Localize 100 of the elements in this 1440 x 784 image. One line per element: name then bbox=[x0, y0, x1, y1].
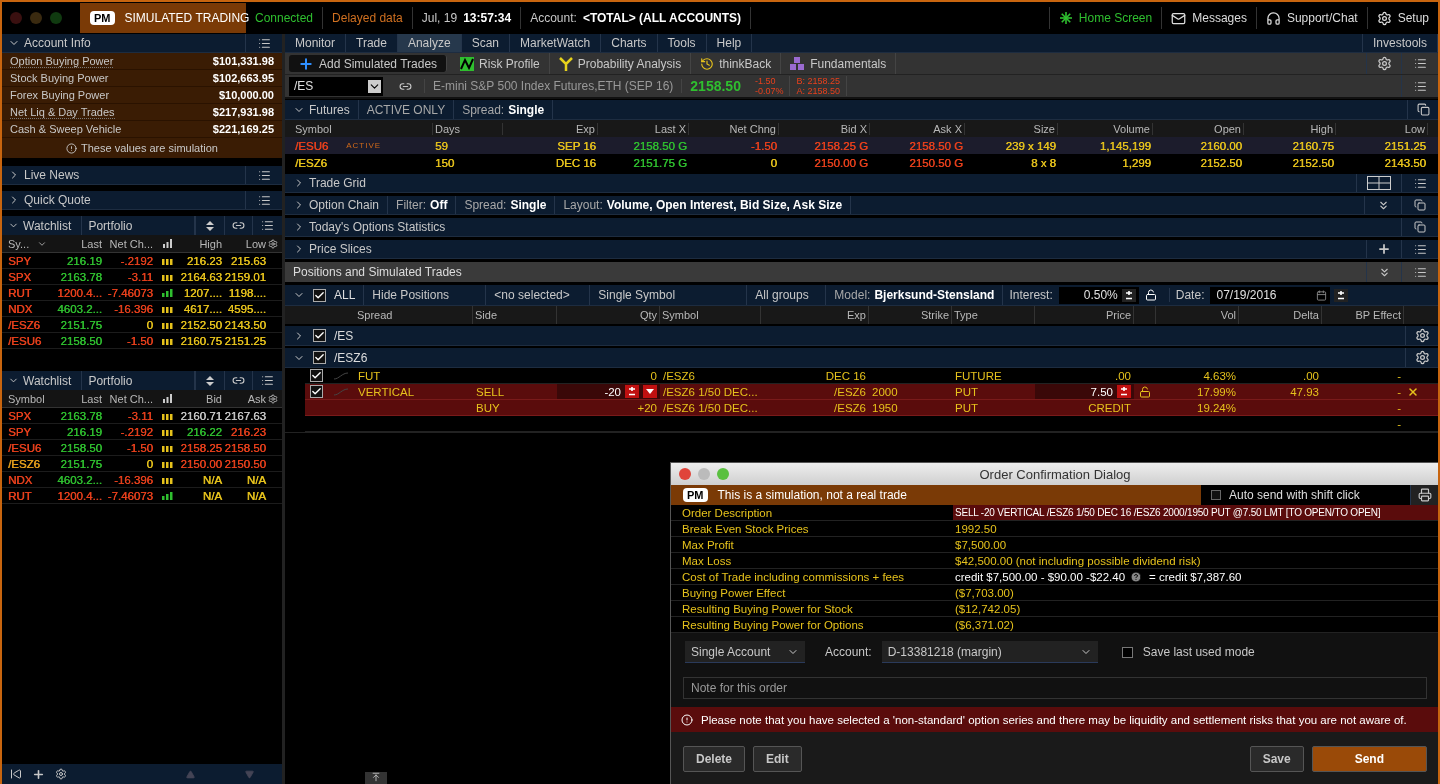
dialog-button[interactable]: Edit bbox=[753, 745, 802, 772]
price-field[interactable]: 7.50 bbox=[1035, 384, 1134, 399]
select-all-checkbox[interactable] bbox=[313, 288, 326, 302]
filter-dropdown[interactable]: <no selected> bbox=[486, 285, 591, 305]
close-icon[interactable] bbox=[1407, 385, 1419, 398]
column-label: Net Ch... bbox=[108, 392, 154, 405]
model-dropdown[interactable]: Model: Bjerksund-Stensland bbox=[826, 285, 1004, 305]
close-button[interactable] bbox=[679, 468, 691, 480]
section-title[interactable]: Option Chain bbox=[285, 196, 389, 214]
column-label[interactable]: Symbol bbox=[6, 392, 56, 405]
unlock-icon[interactable] bbox=[1144, 289, 1157, 301]
tool-button[interactable]: thinkBack bbox=[691, 53, 782, 74]
symbol-cell[interactable]: NDX bbox=[6, 473, 35, 486]
interest-field[interactable]: 0.50% bbox=[1058, 286, 1139, 304]
top-link[interactable]: Setup bbox=[1366, 7, 1438, 29]
unlock-icon[interactable] bbox=[1139, 385, 1151, 398]
tool-button[interactable]: Risk Profile bbox=[451, 53, 550, 74]
main-tab[interactable]: Charts bbox=[601, 34, 658, 52]
filter-dropdown[interactable]: ACTIVE ONLY bbox=[358, 100, 455, 119]
symbol-cell[interactable]: SPY bbox=[6, 425, 33, 438]
section-title[interactable]: Price Slices bbox=[285, 240, 380, 258]
main-tab[interactable]: Analyze bbox=[397, 34, 462, 52]
column-label: Side bbox=[473, 306, 557, 324]
main-tab[interactable]: Help bbox=[706, 34, 753, 52]
column-label: Open bbox=[1153, 122, 1244, 135]
first-icon[interactable] bbox=[10, 768, 22, 780]
checkbox[interactable] bbox=[309, 369, 323, 382]
column-label[interactable]: Sy... bbox=[6, 237, 56, 250]
position-row[interactable]: BUY +20 /ESZ6 1/50 DEC... /ESZ6 1950 PUT CREDIT 19.24% - bbox=[305, 400, 1438, 416]
checkbox[interactable] bbox=[313, 351, 326, 364]
help-icon[interactable] bbox=[1130, 570, 1143, 583]
caret-icon[interactable] bbox=[646, 389, 654, 394]
symbol-cell[interactable]: RUT bbox=[6, 489, 34, 502]
symbol-cell[interactable]: SPY bbox=[6, 254, 33, 267]
all-toggle[interactable]: ALL bbox=[326, 285, 365, 305]
printer-icon[interactable] bbox=[1410, 485, 1438, 505]
investools-tab[interactable]: Investools bbox=[1361, 34, 1438, 52]
quote-cell-text: 2151.25 bbox=[1383, 139, 1427, 152]
main-tab[interactable]: Scan bbox=[461, 34, 510, 52]
checkbox[interactable] bbox=[309, 385, 323, 398]
top-link[interactable]: Home Screen bbox=[1048, 7, 1162, 29]
pm-badge: PM bbox=[683, 488, 708, 502]
account-selector[interactable]: <TOTAL> (ALL ACCOUNTS) bbox=[582, 11, 742, 25]
arrow-up-icon[interactable] bbox=[371, 772, 381, 782]
checkbox[interactable] bbox=[1211, 490, 1221, 500]
symbol-cell[interactable]: /ESZ6 bbox=[6, 457, 42, 470]
filter-dropdown[interactable]: Layout: Volume, Open Interest, Bid Size, Ask Size bbox=[555, 196, 852, 214]
dialog-button[interactable]: Delete bbox=[683, 745, 746, 772]
send-button[interactable]: Send bbox=[1311, 745, 1427, 772]
futures-row[interactable]: /ESU6 ACTIVE 59 SEP 16 2158.50 G -1.50 2158.25 G 2158.50 G 239 x 149 1,145,199 2160.00 2160.75 2151.25 bbox=[285, 137, 1438, 154]
position-row[interactable]: VERTICAL SELL -20 /ESZ6 1/50 DEC... /ESZ6 2000 PUT 7.50 17.99% 47.93 - bbox=[305, 384, 1438, 400]
section-title[interactable]: Trade Grid bbox=[285, 174, 374, 192]
position-row[interactable]: FUT 0 /ESZ6 DEC 16 FUTURE .00 4.63% .00 - bbox=[305, 368, 1438, 384]
filter-dropdown[interactable]: Single Symbol bbox=[590, 285, 748, 305]
top-link[interactable]: Messages bbox=[1161, 7, 1256, 29]
curve-icon bbox=[333, 387, 349, 396]
caret-icon[interactable] bbox=[368, 79, 381, 93]
symbol-cell[interactable]: /ESZ6 bbox=[6, 318, 42, 331]
section-title[interactable]: Today's Options Statistics bbox=[285, 218, 454, 236]
dialog-button[interactable]: Save bbox=[1249, 745, 1304, 772]
quote-cell-text: -.2192 bbox=[119, 425, 154, 438]
calendar-icon[interactable] bbox=[1316, 289, 1328, 301]
symbol-cell[interactable]: SPX bbox=[6, 270, 33, 283]
filter-dropdown[interactable]: Filter: Off bbox=[388, 196, 457, 214]
main-tab[interactable]: Monitor bbox=[285, 34, 346, 52]
column-label: Last bbox=[80, 392, 103, 405]
tool-button[interactable]: Fundamentals bbox=[781, 53, 897, 74]
symbol-cell[interactable]: RUT bbox=[6, 286, 34, 299]
symbol-cell[interactable]: /ESU6 bbox=[6, 441, 44, 454]
account-dropdown[interactable]: D-13381218 (margin) bbox=[881, 641, 1098, 663]
tool-button[interactable]: Probability Analysis bbox=[549, 53, 692, 74]
spread-dropdown[interactable]: Spread: Single bbox=[454, 100, 554, 119]
quote-cell-text: 2160.75 bbox=[179, 334, 223, 347]
mode-dropdown[interactable]: Single Account bbox=[685, 641, 805, 663]
plus-icon[interactable] bbox=[32, 767, 45, 781]
filter-dropdown[interactable]: All groups bbox=[747, 285, 827, 305]
symbol-field[interactable]: /ES bbox=[289, 76, 383, 96]
symbol-cell[interactable]: NDX bbox=[6, 302, 35, 315]
note-field[interactable]: Note for this order bbox=[683, 677, 1427, 699]
quantity-field[interactable]: -20 bbox=[557, 384, 660, 399]
tool-button[interactable]: Add Simulated Trades bbox=[289, 55, 448, 72]
main-tab[interactable]: MarketWatch bbox=[510, 34, 602, 52]
date-field[interactable]: 07/19/2016 bbox=[1210, 286, 1331, 304]
section-title[interactable]: Futures bbox=[285, 100, 359, 119]
filter-dropdown[interactable]: Hide Positions bbox=[364, 285, 487, 305]
quote-cell-text: 2159.01 bbox=[223, 270, 267, 283]
filter-dropdown[interactable]: Spread: Single bbox=[456, 196, 556, 214]
symbol-cell[interactable]: /ESU6 bbox=[6, 334, 44, 347]
top-link[interactable]: Support/Chat bbox=[1255, 7, 1367, 29]
quote-cell-text: -3.11 bbox=[126, 270, 154, 283]
main-tab[interactable]: Tools bbox=[657, 34, 707, 52]
checkbox[interactable] bbox=[1121, 646, 1133, 658]
checkbox[interactable] bbox=[313, 329, 326, 342]
main-tab[interactable]: Trade bbox=[346, 34, 398, 52]
scroll-top-button[interactable] bbox=[365, 772, 387, 784]
dropdown-button[interactable] bbox=[643, 385, 657, 398]
quote-cell-text: 2164.63 bbox=[179, 270, 223, 283]
quote-cell-text: 2151.75 bbox=[59, 457, 103, 470]
warning-icon bbox=[681, 713, 693, 726]
symbol-cell[interactable]: SPX bbox=[6, 409, 33, 422]
